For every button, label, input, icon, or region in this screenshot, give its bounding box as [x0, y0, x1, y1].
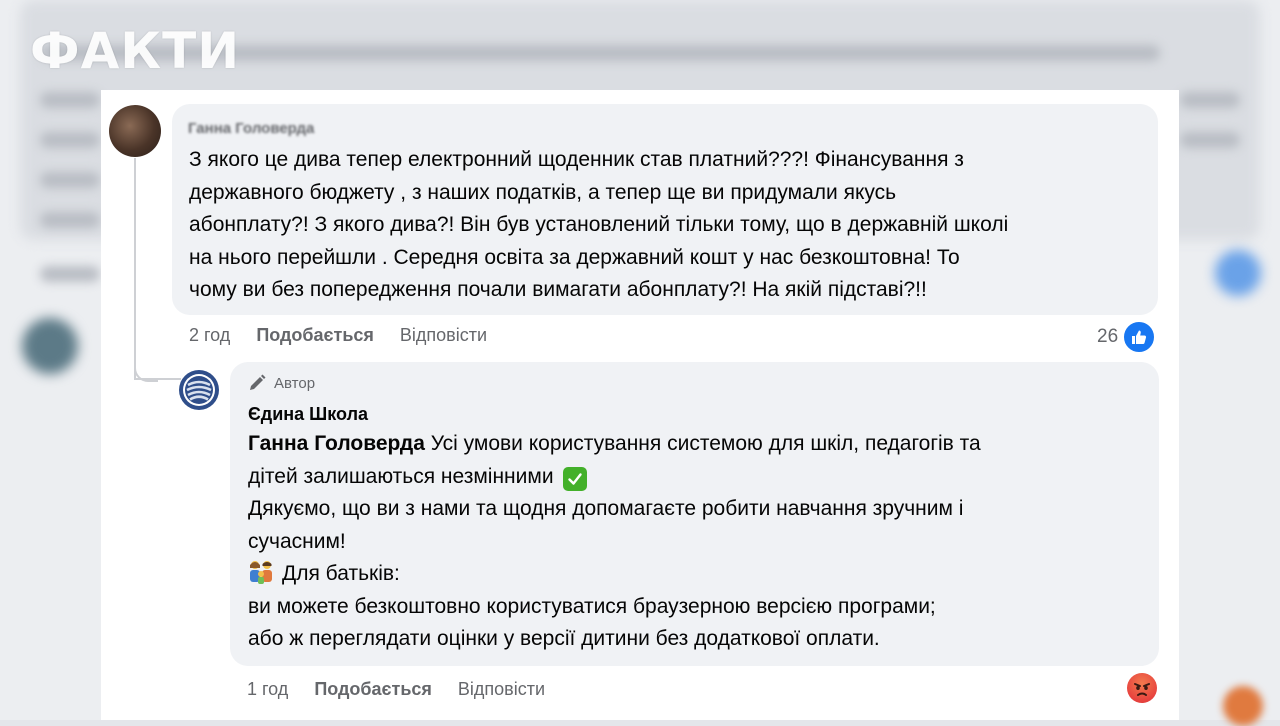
reply-bubble: Автор Єдина Школа Ганна Головерда Усі ум… — [230, 362, 1159, 666]
background-text-line — [40, 172, 100, 188]
comment-line: абонплату?! З якого дива?! Він був устан… — [189, 213, 1009, 236]
reply-line: Дякуємо, що ви з нами та щодня допомагає… — [248, 497, 964, 520]
reply-line: або ж переглядати оцінки у версії дитини… — [248, 627, 880, 650]
pencil-icon — [250, 374, 266, 390]
watermark-logo: ФАКТИ — [30, 22, 241, 80]
mention-link[interactable]: Ганна Головерда — [248, 432, 425, 455]
reaction-count: 26 — [1097, 326, 1119, 347]
reply-line: Усі умови користування системою для шкіл… — [424, 432, 981, 455]
comment-line: на нього перейшли . Середня освіта за де… — [189, 245, 960, 269]
comment-author-name[interactable]: Ганна Головерда — [188, 120, 314, 137]
reply-button[interactable]: Відповісти — [400, 325, 487, 346]
background-text-line — [40, 212, 100, 228]
school-logo-icon — [183, 374, 215, 406]
comment-panel: Ганна Головерда З якого це дива тепер ел… — [101, 90, 1179, 720]
reply-line: ви можете безкоштовно користуватися брау… — [248, 594, 936, 618]
like-button[interactable]: Подобається — [256, 325, 374, 346]
reply-text: Ганна Головерда Усі умови користування с… — [248, 428, 1138, 656]
comment-actions: 2 год Подобається Відповісти — [189, 325, 487, 346]
background-text-line — [40, 132, 100, 148]
background-text-line — [40, 266, 100, 282]
author-badge-label: Автор — [274, 374, 316, 392]
reply-button[interactable]: Відповісти — [458, 679, 545, 700]
comment-timestamp[interactable]: 2 год — [189, 325, 230, 346]
page-avatar[interactable] — [179, 370, 219, 410]
background-text-line — [1180, 132, 1240, 148]
reply-line: Для батьків: — [282, 562, 400, 585]
author-badge: Автор — [248, 374, 315, 392]
comment-bubble: Ганна Головерда З якого це дива тепер ел… — [172, 104, 1158, 315]
avatar[interactable] — [109, 105, 161, 157]
background-text-line — [1180, 92, 1240, 108]
reply-author-name[interactable]: Єдина Школа — [248, 404, 368, 425]
check-mark-icon — [563, 466, 588, 491]
reply-actions: 1 год Подобається Відповісти — [247, 679, 545, 700]
thread-line — [134, 158, 136, 380]
background-avatar — [22, 318, 78, 374]
comment-line: чому ви без попередження почали вимагати… — [189, 278, 927, 301]
reply-line: сучасним! — [248, 529, 346, 553]
background-reaction — [1215, 250, 1261, 296]
like-icon — [1122, 320, 1157, 354]
background-text-line — [40, 92, 100, 108]
comment-line: державного бюджету , з наших податків, а… — [189, 180, 897, 204]
comment-line: З якого це дива тепер електронний щоденн… — [189, 148, 964, 171]
angry-icon[interactable] — [1127, 673, 1157, 703]
reaction-summary[interactable]: 26 — [1097, 320, 1157, 354]
thread-connector-horizontal — [136, 378, 181, 380]
reply-line: дітей залишаються незмінними — [248, 464, 554, 488]
family-icon — [248, 560, 274, 584]
comment-text: З якого це дива тепер електронний щоденн… — [189, 144, 1149, 307]
background-reaction — [1223, 686, 1263, 726]
like-button[interactable]: Подобається — [314, 679, 432, 700]
reply-timestamp[interactable]: 1 год — [247, 679, 288, 700]
